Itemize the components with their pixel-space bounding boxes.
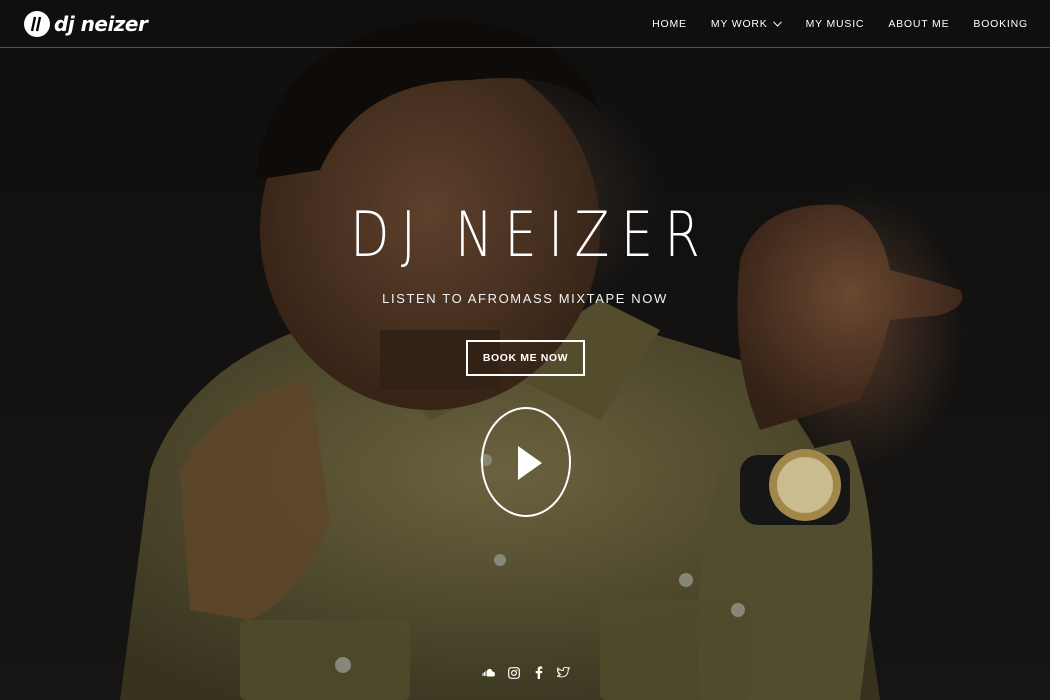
nav-about-me[interactable]: ABOUT ME xyxy=(888,18,949,30)
soundcloud-icon[interactable] xyxy=(482,666,495,679)
hero-section: DJ NEIZER LISTEN TO AFROMASS MIXTAPE NOW… xyxy=(0,0,1050,700)
facebook-icon[interactable] xyxy=(532,666,545,679)
play-icon xyxy=(481,407,571,517)
chevron-down-icon xyxy=(772,20,782,27)
nav-my-work[interactable]: MY WORK xyxy=(711,18,782,30)
nav-my-music[interactable]: MY MUSIC xyxy=(806,18,865,30)
nav-home[interactable]: HOME xyxy=(652,18,687,30)
instagram-icon[interactable] xyxy=(507,666,520,679)
main-nav: HOME MY WORK MY MUSIC ABOUT ME BOOKING xyxy=(652,18,1028,30)
book-me-now-button[interactable]: BOOK ME NOW xyxy=(466,340,585,376)
brand-name: dj neizer xyxy=(54,11,148,36)
page: dj neizer HOME MY WORK MY MUSIC ABOUT ME… xyxy=(0,0,1050,700)
brand-mark-icon xyxy=(24,10,50,37)
brand-logo[interactable]: dj neizer xyxy=(24,10,148,37)
nav-my-work-label: MY WORK xyxy=(710,17,768,30)
hero-title: DJ NEIZER xyxy=(350,198,712,271)
play-button[interactable] xyxy=(480,406,572,518)
nav-booking[interactable]: BOOKING xyxy=(973,18,1028,30)
top-navbar: dj neizer HOME MY WORK MY MUSIC ABOUT ME… xyxy=(0,0,1050,48)
social-links xyxy=(0,666,1050,679)
twitter-icon[interactable] xyxy=(557,666,570,679)
hero-subtitle: LISTEN TO AFROMASS MIXTAPE NOW xyxy=(382,291,668,306)
